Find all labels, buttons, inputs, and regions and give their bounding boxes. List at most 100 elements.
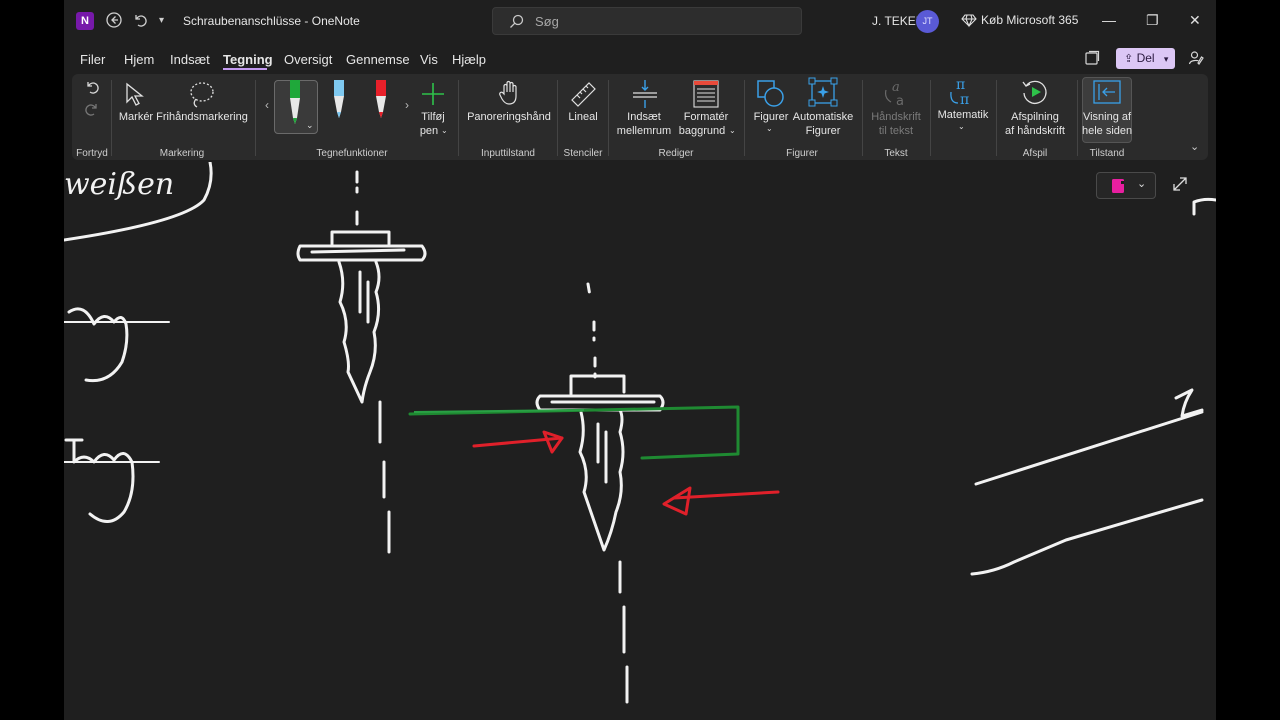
- full-page-view-label-line2: hele siden: [1082, 125, 1133, 137]
- title-bar: N ▾ Schraubenanschlüsse - OneNote Søg J.…: [64, 0, 1216, 42]
- ink-replay-button[interactable]: Afspilning: [1004, 110, 1066, 124]
- undo-title-icon[interactable]: [132, 12, 148, 32]
- pen-green-icon[interactable]: [286, 80, 304, 133]
- handwriting-text: weißen: [64, 167, 174, 202]
- add-pen-chevron-icon[interactable]: ⌄: [441, 126, 448, 135]
- insert-space-button[interactable]: Indsæt: [614, 110, 674, 124]
- tab-filer[interactable]: Filer: [80, 52, 105, 67]
- group-label-tegnefunktioner: Tegnefunktioner: [316, 148, 388, 159]
- select-cursor-icon[interactable]: [124, 82, 146, 113]
- tab-tegning[interactable]: Tegning: [223, 52, 273, 67]
- shapes-icon[interactable]: [757, 80, 785, 113]
- svg-text:π: π: [956, 77, 965, 93]
- divider: [557, 80, 558, 156]
- divider: [930, 80, 931, 156]
- math-icon[interactable]: ππ: [948, 77, 978, 112]
- group-label-tilstand: Tilstand: [1089, 148, 1125, 159]
- search-icon: [509, 14, 524, 34]
- group-label-markering: Markering: [159, 148, 205, 159]
- share-button[interactable]: ⇪ Del ▾: [1116, 48, 1175, 69]
- search-placeholder: Søg: [535, 14, 559, 29]
- tab-oversigt[interactable]: Oversigt: [284, 52, 332, 67]
- auto-shapes-icon[interactable]: [808, 77, 838, 112]
- buy-microsoft-365-link[interactable]: Køb Microsoft 365: [981, 13, 1078, 27]
- redo-icon[interactable]: [84, 102, 100, 123]
- group-label-tekst: Tekst: [884, 148, 908, 159]
- chevron-right-icon[interactable]: ›: [405, 98, 409, 112]
- chevron-left-icon[interactable]: ‹: [265, 98, 269, 112]
- pen-red-icon[interactable]: [372, 80, 390, 125]
- format-background-icon[interactable]: [693, 80, 719, 113]
- sticky-notes-icon[interactable]: [1084, 50, 1100, 71]
- math-button[interactable]: Matematik: [932, 108, 994, 122]
- panning-hand-button[interactable]: Panoreringshånd: [464, 110, 554, 124]
- insert-space-button-line2[interactable]: mellemrum: [614, 124, 674, 138]
- add-pen-button-line2[interactable]: pen: [414, 124, 444, 138]
- tab-hjem[interactable]: Hjem: [124, 52, 154, 67]
- drawing-canvas[interactable]: weißen ⌄: [64, 162, 1216, 720]
- lasso-select-button[interactable]: Frihåndsmarkering: [156, 110, 248, 124]
- divider: [744, 80, 745, 156]
- svg-text:π: π: [960, 92, 969, 107]
- drawing-ribbon: Fortryd Markér Frihåndsmarkering Markeri…: [72, 74, 1208, 160]
- undo-icon[interactable]: [84, 80, 100, 101]
- svg-text:a: a: [896, 94, 904, 108]
- divider: [1077, 80, 1078, 156]
- group-label-rediger: Rediger: [658, 148, 694, 159]
- onenote-window: N ▾ Schraubenanschlüsse - OneNote Søg J.…: [64, 0, 1216, 720]
- hand-pan-icon[interactable]: [498, 80, 520, 111]
- back-icon[interactable]: [106, 12, 122, 32]
- notebook-icon: [1111, 178, 1125, 199]
- auto-shapes-button[interactable]: Automatiske: [790, 110, 856, 124]
- search-box[interactable]: Søg: [492, 7, 802, 35]
- ink-to-text-icon: aa: [882, 78, 910, 113]
- divider: [862, 80, 863, 156]
- math-chevron-icon[interactable]: ⌄: [958, 122, 965, 131]
- ink-drawing[interactable]: weißen: [64, 162, 1216, 720]
- divider: [458, 80, 459, 156]
- tab-hjaelp[interactable]: Hjælp: [452, 52, 486, 67]
- group-label-fortryd: Fortryd: [76, 148, 108, 159]
- user-name[interactable]: J. TEKEL: [872, 14, 922, 28]
- ink-replay-button-line2[interactable]: af håndskrift: [1000, 124, 1070, 138]
- ink-replay-icon[interactable]: [1021, 78, 1049, 111]
- onenote-logo-icon: N: [76, 12, 94, 30]
- select-button[interactable]: Markér: [114, 110, 158, 124]
- format-background-chevron-icon[interactable]: ⌄: [729, 126, 736, 135]
- tab-indsaet[interactable]: Indsæt: [170, 52, 210, 67]
- tab-vis[interactable]: Vis: [420, 52, 438, 67]
- collapse-ribbon-chevron-icon[interactable]: ⌄: [1190, 140, 1199, 153]
- format-background-button-line2[interactable]: baggrund: [676, 124, 728, 138]
- add-pen-button[interactable]: Tilføj: [414, 110, 452, 124]
- minimize-button[interactable]: —: [1102, 12, 1116, 28]
- format-background-button[interactable]: Formatér: [678, 110, 734, 124]
- pen-lightblue-icon[interactable]: [330, 80, 348, 125]
- shapes-button[interactable]: Figurer: [748, 110, 794, 124]
- shapes-chevron-icon[interactable]: ⌄: [766, 124, 773, 133]
- restore-button[interactable]: ❐: [1146, 12, 1159, 29]
- expand-icon[interactable]: [1172, 176, 1188, 197]
- notebook-picker-button[interactable]: ⌄: [1096, 172, 1156, 199]
- diamond-icon: [961, 12, 977, 33]
- insert-space-icon[interactable]: [632, 79, 658, 114]
- active-tab-indicator: [223, 68, 267, 70]
- pen-options-chevron-icon[interactable]: ⌄: [306, 120, 314, 131]
- group-label-inputtilstand: Inputtilstand: [481, 148, 535, 159]
- chevron-down-icon: ▾: [1163, 54, 1169, 64]
- full-page-view-icon[interactable]: [1093, 80, 1121, 109]
- quick-access-dropdown-icon[interactable]: ▾: [159, 13, 164, 29]
- document-title: Schraubenanschlüsse - OneNote: [183, 14, 360, 28]
- ruler-button[interactable]: Lineal: [562, 110, 604, 124]
- ruler-icon[interactable]: [569, 80, 597, 113]
- close-button[interactable]: ✕: [1189, 12, 1201, 29]
- group-label-figurer: Figurer: [786, 148, 818, 159]
- divider: [111, 80, 112, 156]
- avatar[interactable]: JT: [916, 10, 939, 33]
- group-label-afspil: Afspil: [1022, 148, 1048, 159]
- feedback-icon[interactable]: [1188, 50, 1204, 71]
- share-icon: ⇪: [1124, 53, 1134, 65]
- chevron-down-icon: ⌄: [1137, 178, 1147, 190]
- add-pen-plus-icon[interactable]: [421, 82, 445, 111]
- auto-shapes-button-line2[interactable]: Figurer: [790, 124, 856, 138]
- tab-gennemse[interactable]: Gennemse: [346, 52, 410, 67]
